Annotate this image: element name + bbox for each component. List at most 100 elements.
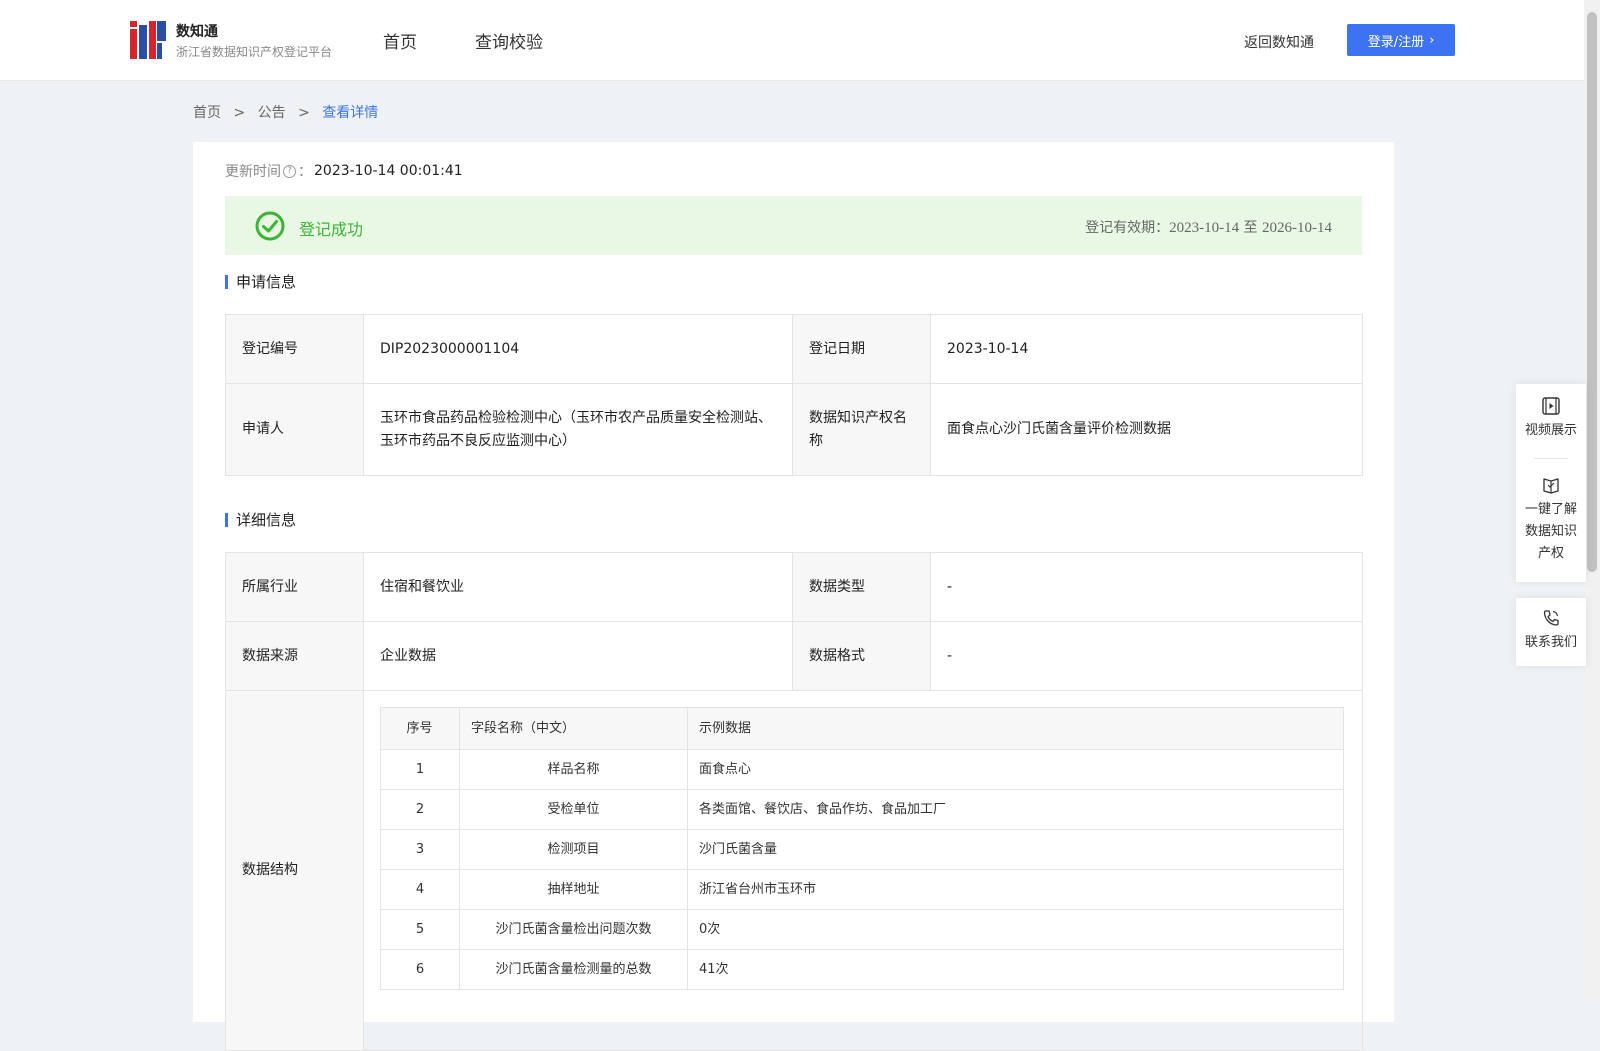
table-row: 4 抽样地址 浙江省台州市玉环市 <box>380 869 1344 910</box>
column-header: 字段名称（中文） <box>459 707 688 750</box>
reg-date-value: 2023-10-14 <box>930 314 1363 384</box>
question-icon[interactable]: ? <box>283 164 296 178</box>
data-type-label: 数据类型 <box>792 552 931 622</box>
breadcrumb-separator: > <box>233 105 246 121</box>
row-index: 1 <box>380 749 460 790</box>
row-index: 4 <box>380 869 460 910</box>
detail-card: 更新时间 ? ： 2023-10-14 00:01:41 登记成功 登记有效期：… <box>193 142 1394 1051</box>
update-time-colon: ： <box>298 164 312 180</box>
chevron-right-icon: › <box>1429 32 1435 48</box>
registration-status-banner: 登记成功 登记有效期：2023-10-14 至 2026-10-14 <box>225 196 1362 255</box>
column-header: 序号 <box>380 707 460 750</box>
field-name: 受检单位 <box>459 789 688 830</box>
login-register-label: 登录/注册 <box>1367 34 1425 50</box>
row-index: 2 <box>380 789 460 830</box>
industry-label: 所属行业 <box>225 552 364 622</box>
video-showcase-label: 视频展示 <box>1524 423 1577 438</box>
breadcrumb: 首页 > 公告 > 查看详情 <box>193 102 378 122</box>
format-label: 数据格式 <box>792 621 931 691</box>
video-icon <box>1542 397 1560 415</box>
update-time-label: 更新时间 <box>225 164 281 180</box>
sample-data: 沙门氏菌含量 <box>687 829 1344 870</box>
table-row: 数据结构 序号 字段名称（中文） 示例数据 1 样品名称 面食点心 2 受检单位… <box>225 690 1363 1051</box>
table-row: 3 检测项目 沙门氏菌含量 <box>380 829 1344 870</box>
sample-data: 面食点心 <box>687 749 1344 790</box>
validity-period: 登记有效期：2023-10-14 至 2026-10-14 <box>1085 217 1332 237</box>
book-icon <box>1543 478 1559 494</box>
sample-data: 41次 <box>687 949 1344 990</box>
reg-no-label: 登记编号 <box>225 314 364 384</box>
phone-icon <box>1543 610 1559 626</box>
detail-info-table: 所属行业 住宿和餐饮业 数据类型 - 数据来源 企业数据 数据格式 - 数据结构… <box>225 552 1363 1051</box>
update-time: 更新时间 ? ： 2023-10-14 00:01:41 <box>225 161 463 181</box>
top-header: 数知通 浙江省数据知识产权登记平台 首页 查询校验 返回数知通 登录/注册 › <box>0 0 1584 81</box>
table-row: 所属行业 住宿和餐饮业 数据类型 - <box>225 552 1363 622</box>
source-label: 数据来源 <box>225 621 364 691</box>
industry-value: 住宿和餐饮业 <box>363 552 793 622</box>
field-name: 检测项目 <box>459 829 688 870</box>
logo-icon[interactable] <box>130 21 166 59</box>
table-row: 数据来源 企业数据 数据格式 - <box>225 621 1363 691</box>
row-index: 5 <box>380 909 460 950</box>
page-scrollbar[interactable] <box>1584 0 1600 1000</box>
sample-data: 0次 <box>687 909 1344 950</box>
detail-info-title-text: 详细信息 <box>236 511 297 529</box>
structure-cell: 序号 字段名称（中文） 示例数据 1 样品名称 面食点心 2 受检单位 各类面馆… <box>363 690 1363 1051</box>
success-check-icon <box>255 211 285 241</box>
table-row: 6 沙门氏菌含量检测量的总数 41次 <box>380 949 1344 990</box>
logo-title: 数知通 <box>176 24 218 40</box>
table-header-row: 序号 字段名称（中文） 示例数据 <box>380 707 1344 750</box>
ip-name-label: 数据知识产权名称 <box>792 383 931 476</box>
breadcrumb-notice[interactable]: 公告 <box>258 105 286 121</box>
scrollbar-thumb[interactable] <box>1587 12 1597 572</box>
contact-us-button[interactable]: 联系我们 <box>1516 598 1586 654</box>
learn-line-1: 一键了解 <box>1524 502 1577 517</box>
login-register-button[interactable]: 登录/注册 › <box>1347 24 1455 56</box>
update-time-value: 2023-10-14 00:01:41 <box>314 163 463 179</box>
application-info-title-text: 申请信息 <box>236 273 297 291</box>
table-row: 2 受检单位 各类面馆、餐饮店、食品作坊、食品加工厂 <box>380 789 1344 830</box>
application-info-title: 申请信息 <box>225 271 296 292</box>
reg-no-value: DIP2023000001104 <box>363 314 793 384</box>
sample-data: 浙江省台州市玉环市 <box>687 869 1344 910</box>
nav-query-verify[interactable]: 查询校验 <box>475 28 543 53</box>
application-info-table: 登记编号 DIP2023000001104 登记日期 2023-10-14 申请… <box>225 314 1363 476</box>
reg-date-label: 登记日期 <box>792 314 931 384</box>
learn-data-ip-button[interactable]: 一键了解 数据知识 产权 <box>1516 459 1586 565</box>
breadcrumb-current: 查看详情 <box>322 105 379 121</box>
applicant-value: 玉环市食品药品检验检测中心（玉环市农产品质量安全检测站、玉环市药品不良反应监测中… <box>363 383 793 476</box>
row-index: 6 <box>380 949 460 990</box>
ip-name-value: 面食点心沙门氏菌含量评价检测数据 <box>930 383 1363 476</box>
video-showcase-button[interactable]: 视频展示 <box>1516 384 1586 458</box>
breadcrumb-separator: > <box>298 105 310 121</box>
column-header: 示例数据 <box>687 707 1344 750</box>
table-row: 登记编号 DIP2023000001104 登记日期 2023-10-14 <box>225 314 1363 384</box>
section-accent-bar <box>225 512 228 527</box>
table-row: 5 沙门氏菌含量检出问题次数 0次 <box>380 909 1344 950</box>
contact-panel: 联系我们 <box>1516 598 1586 666</box>
table-row: 1 样品名称 面食点心 <box>380 749 1344 790</box>
validity-label: 登记有效期： <box>1085 220 1170 236</box>
contact-us-label: 联系我们 <box>1524 635 1577 650</box>
nav-home[interactable]: 首页 <box>383 28 417 53</box>
breadcrumb-home[interactable]: 首页 <box>193 105 221 121</box>
format-value: - <box>930 621 1363 691</box>
field-name: 沙门氏菌含量检测量的总数 <box>459 949 688 990</box>
structure-label: 数据结构 <box>225 690 364 1051</box>
status-text: 登记成功 <box>299 220 364 239</box>
back-to-shuzhitong-link[interactable]: 返回数知通 <box>1244 32 1314 52</box>
field-name: 样品名称 <box>459 749 688 790</box>
floating-help-panel: 视频展示 一键了解 数据知识 产权 <box>1516 384 1586 582</box>
validity-to: 2026-10-14 <box>1262 220 1332 236</box>
validity-to-word: 至 <box>1243 220 1258 236</box>
learn-line-2: 数据知识 <box>1524 524 1577 539</box>
field-name: 抽样地址 <box>459 869 688 910</box>
validity-from: 2023-10-14 <box>1169 220 1240 236</box>
table-row: 申请人 玉环市食品药品检验检测中心（玉环市农产品质量安全检测站、玉环市药品不良反… <box>225 383 1363 476</box>
applicant-label: 申请人 <box>225 383 364 476</box>
sample-data: 各类面馆、餐饮店、食品作坊、食品加工厂 <box>687 789 1344 830</box>
detail-info-title: 详细信息 <box>225 509 296 530</box>
logo-subtitle: 浙江省数据知识产权登记平台 <box>176 45 333 59</box>
data-type-value: - <box>930 552 1363 622</box>
field-name: 沙门氏菌含量检出问题次数 <box>459 909 688 950</box>
